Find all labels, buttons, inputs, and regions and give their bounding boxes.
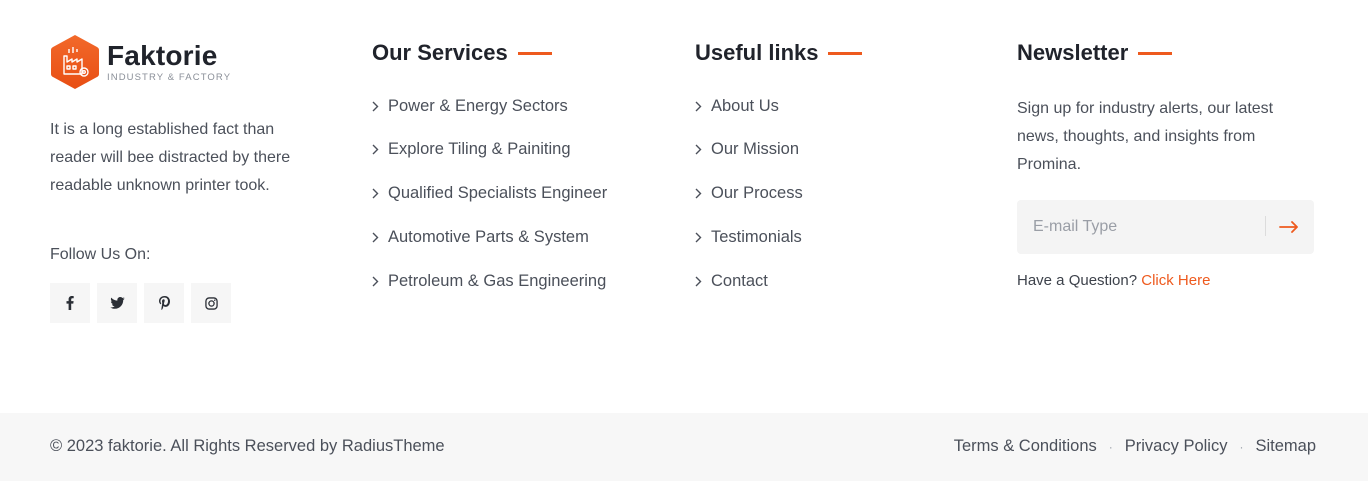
chevron-right-icon (695, 232, 711, 243)
service-link-label: Qualified Specialists Engineer (388, 184, 608, 203)
chevron-right-icon (695, 276, 711, 287)
click-here-link[interactable]: Click Here (1141, 272, 1210, 289)
email-input[interactable] (1017, 200, 1257, 254)
logo[interactable]: Faktorie INDUSTRY & FACTORY (50, 34, 340, 90)
service-link[interactable]: Power & Energy Sectors (372, 95, 672, 117)
question-line: Have a Question? Click Here (1017, 272, 1317, 289)
pinterest-button[interactable] (144, 283, 184, 323)
useful-link-label: Testimonials (711, 227, 802, 246)
chevron-right-icon (372, 144, 388, 155)
useful-link[interactable]: About Us (695, 95, 995, 117)
newsletter-heading: Newsletter (1017, 34, 1317, 72)
terms-link[interactable]: Terms & Conditions (954, 437, 1097, 456)
twitter-button[interactable] (97, 283, 137, 323)
newsletter-description: Sign up for industry alerts, our latest … (1017, 100, 1274, 173)
facebook-icon (66, 296, 74, 310)
useful-link[interactable]: Our Mission (695, 139, 995, 161)
input-divider (1265, 216, 1266, 236)
service-link-label: Petroleum & Gas Engineering (388, 271, 607, 290)
service-link[interactable]: Explore Tiling & Painiting (372, 139, 672, 161)
chevron-right-icon (372, 188, 388, 199)
question-text: Have a Question? (1017, 272, 1138, 289)
chevron-right-icon (372, 101, 388, 112)
useful-link[interactable]: Our Process (695, 183, 995, 205)
brand-column: Faktorie INDUSTRY & FACTORY It is a long… (50, 34, 340, 323)
about-text: It is a long established fact than reade… (50, 121, 291, 194)
pinterest-icon (158, 296, 170, 310)
privacy-policy-link[interactable]: Privacy Policy (1125, 437, 1228, 456)
arrow-right-icon (1279, 221, 1298, 233)
links-heading-text: Useful links (695, 40, 819, 65)
service-link-label: Automotive Parts & System (388, 227, 589, 246)
twitter-icon (109, 297, 125, 309)
useful-links-column: Useful links About Us Our Mission Our Pr… (695, 34, 995, 314)
useful-link[interactable]: Testimonials (695, 226, 995, 248)
chevron-right-icon (372, 232, 388, 243)
subscribe-button[interactable] (1269, 200, 1309, 254)
service-link[interactable]: Qualified Specialists Engineer (372, 183, 672, 205)
service-link[interactable]: Automotive Parts & System (372, 226, 672, 248)
service-link-label: Power & Energy Sectors (388, 96, 568, 115)
services-list: Power & Energy Sectors Explore Tiling & … (372, 95, 672, 292)
heading-underline (828, 52, 863, 55)
separator-dot: · (1239, 439, 1244, 454)
legal-links: Terms & Conditions · Privacy Policy · Si… (954, 437, 1316, 456)
factory-logo-icon (50, 34, 100, 90)
separator-dot: · (1108, 439, 1113, 454)
useful-link-label: About Us (711, 96, 779, 115)
copyright-text: © 2023 faktorie. All Rights Reserved by … (50, 437, 445, 455)
useful-link-label: Contact (711, 271, 768, 290)
chevron-right-icon (695, 188, 711, 199)
footer-bottom-bar: © 2023 faktorie. All Rights Reserved by … (0, 413, 1368, 481)
service-link[interactable]: Petroleum & Gas Engineering (372, 270, 672, 292)
instagram-icon (204, 296, 218, 310)
chevron-right-icon (695, 144, 711, 155)
useful-link[interactable]: Contact (695, 270, 995, 292)
chevron-right-icon (695, 101, 711, 112)
links-heading: Useful links (695, 34, 995, 72)
sitemap-link[interactable]: Sitemap (1255, 437, 1316, 456)
newsletter-heading-text: Newsletter (1017, 40, 1129, 65)
useful-links-list: About Us Our Mission Our Process Testimo… (695, 95, 995, 292)
services-heading-text: Our Services (372, 40, 508, 65)
logo-name: Faktorie (107, 40, 218, 71)
social-links (50, 283, 340, 323)
logo-tagline: INDUSTRY & FACTORY (107, 72, 232, 83)
newsletter-column: Newsletter Sign up for industry alerts, … (1017, 34, 1317, 289)
heading-underline (517, 52, 552, 55)
chevron-right-icon (372, 276, 388, 287)
useful-link-label: Our Process (711, 184, 803, 203)
instagram-button[interactable] (191, 283, 231, 323)
follow-label: Follow Us On: (50, 246, 151, 263)
facebook-button[interactable] (50, 283, 90, 323)
services-heading: Our Services (372, 34, 672, 72)
service-link-label: Explore Tiling & Painiting (388, 140, 571, 159)
newsletter-form (1017, 200, 1314, 254)
heading-underline (1138, 52, 1173, 55)
services-column: Our Services Power & Energy Sectors Expl… (372, 34, 672, 314)
useful-link-label: Our Mission (711, 140, 800, 159)
